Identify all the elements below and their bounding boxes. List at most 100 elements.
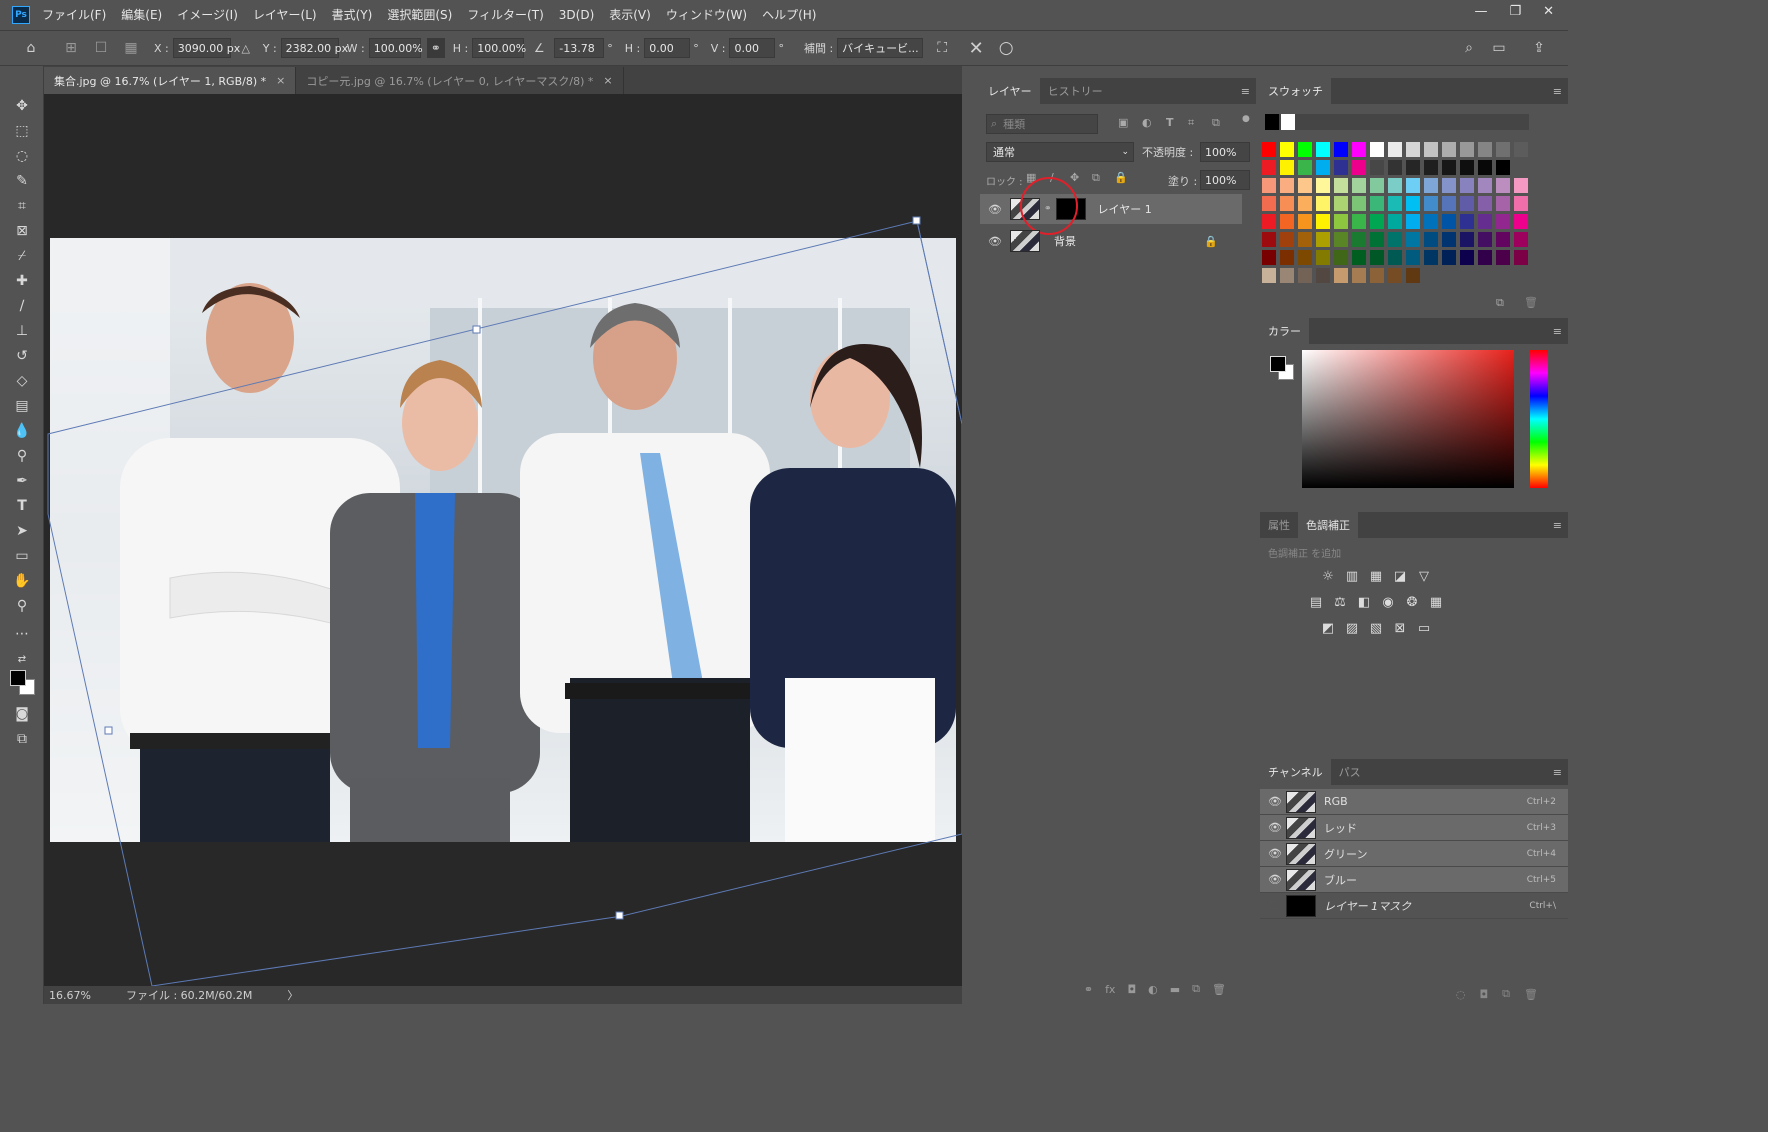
exposure-icon[interactable]: ◪ (1392, 569, 1408, 584)
transform-bounding-box[interactable] (44, 94, 962, 986)
color-swatch[interactable] (1388, 268, 1402, 283)
save-selection-icon[interactable]: ◘ (1479, 988, 1488, 1001)
color-swatch[interactable] (1298, 214, 1312, 229)
frame-tool-icon[interactable]: ⊠ (11, 221, 33, 241)
vibrance-icon[interactable]: ▽ (1416, 569, 1432, 584)
color-swatch[interactable] (1442, 178, 1456, 193)
zoom-level[interactable]: 16.67% (49, 989, 91, 1002)
tab-history[interactable]: ヒストリー (1040, 78, 1111, 104)
color-swatch[interactable] (1442, 160, 1456, 175)
color-swatch[interactable] (1406, 232, 1420, 247)
color-swatch[interactable] (1460, 178, 1474, 193)
home-icon[interactable]: ⌂ (22, 40, 40, 56)
tab-paths[interactable]: パス (1331, 759, 1369, 785)
color-swatch[interactable] (1262, 250, 1276, 265)
color-swatch[interactable] (1478, 178, 1492, 193)
color-swatch[interactable] (1496, 196, 1510, 211)
photo-filter-icon[interactable]: ◉ (1380, 595, 1396, 610)
layer-row-background[interactable]: 👁 背景 🔒 (980, 226, 1242, 256)
status-expand-icon[interactable]: 〉 (287, 987, 298, 1003)
color-swatch[interactable] (1316, 142, 1330, 157)
color-swatch[interactable] (1388, 142, 1402, 157)
add-mask-icon[interactable]: ◘ (1127, 983, 1136, 996)
fill-field[interactable]: 100% (1200, 170, 1250, 190)
color-swatch[interactable] (1460, 142, 1474, 157)
color-swatch[interactable] (1334, 178, 1348, 193)
hue-slider[interactable] (1530, 350, 1548, 488)
stamp-tool-icon[interactable]: ⊥ (11, 321, 33, 341)
color-swatch[interactable] (1280, 196, 1294, 211)
filter-pixel-icon[interactable]: ▣ (1118, 116, 1128, 129)
gradient-map-icon[interactable]: ▭ (1416, 621, 1432, 636)
history-brush-tool-icon[interactable]: ↺ (11, 346, 33, 366)
color-swatch[interactable] (1334, 232, 1348, 247)
dodge-tool-icon[interactable]: ⚲ (11, 446, 33, 466)
color-swatch[interactable] (1496, 178, 1510, 193)
quick-select-tool-icon[interactable]: ✎ (11, 171, 33, 191)
tab-channels[interactable]: チャンネル (1260, 759, 1331, 785)
color-swatch[interactable] (1514, 178, 1528, 193)
color-swatch[interactable] (1280, 142, 1294, 157)
color-swatch[interactable] (1352, 268, 1366, 283)
eraser-tool-icon[interactable]: ◇ (11, 371, 33, 391)
color-lookup-icon[interactable]: ▦ (1428, 595, 1444, 610)
color-swatch[interactable] (1280, 250, 1294, 265)
selective-color-icon[interactable]: ⊠ (1392, 621, 1408, 636)
channel-mixer-icon[interactable]: ❂ (1404, 595, 1420, 610)
color-swatch[interactable] (1334, 214, 1348, 229)
opacity-field[interactable]: 100% (1200, 142, 1250, 162)
interpolation-select[interactable]: バイキュービ... (837, 38, 924, 58)
color-swatch[interactable] (1442, 142, 1456, 157)
eye-icon[interactable]: 👁 (1268, 821, 1282, 834)
blend-mode-select[interactable]: 通常 ⌄ (986, 142, 1134, 162)
color-swatch[interactable] (1298, 178, 1312, 193)
lasso-tool-icon[interactable]: ◌ (11, 146, 33, 166)
color-foreground-swatch[interactable] (1270, 356, 1286, 372)
tab-swatches[interactable]: スウォッチ (1260, 78, 1331, 104)
color-swatch[interactable] (1514, 250, 1528, 265)
color-swatch[interactable] (1352, 160, 1366, 175)
color-swatch[interactable] (1316, 232, 1330, 247)
color-swatch[interactable] (1496, 214, 1510, 229)
color-swatch[interactable] (1460, 232, 1474, 247)
color-swatch[interactable] (1496, 250, 1510, 265)
menu-file[interactable]: ファイル(F) (42, 6, 106, 23)
menu-window[interactable]: ウィンドウ(W) (666, 6, 747, 23)
menu-layer[interactable]: レイヤー(L) (253, 6, 317, 23)
tab-adjustments[interactable]: 色調補正 (1298, 512, 1358, 538)
color-swatch[interactable] (1406, 142, 1420, 157)
screen-mode-icon[interactable]: ⧉ (11, 729, 33, 749)
menu-view[interactable]: 表示(V) (609, 6, 651, 23)
color-swatch[interactable] (1316, 196, 1330, 211)
commit-transform-icon[interactable]: ○ (997, 38, 1015, 58)
color-swatch[interactable] (1280, 160, 1294, 175)
eye-icon[interactable]: 👁 (988, 203, 1002, 216)
color-swatch[interactable] (1280, 214, 1294, 229)
color-swatch[interactable] (1496, 142, 1510, 157)
recent-swatch-white[interactable] (1281, 114, 1295, 130)
menu-help[interactable]: ヘルプ(H) (762, 6, 816, 23)
more-tools-icon[interactable]: ⋯ (11, 624, 33, 644)
doc-tab-copy-source[interactable]: コピー元.jpg @ 16.7% (レイヤー 0, レイヤーマスク/8) * × (296, 67, 624, 94)
color-swatch[interactable] (1262, 142, 1276, 157)
color-swatch[interactable] (1262, 232, 1276, 247)
color-swatch[interactable] (1460, 250, 1474, 265)
color-swatch[interactable] (1460, 160, 1474, 175)
h-skew-field[interactable]: 0.00 (644, 38, 691, 58)
color-swatch[interactable] (1334, 268, 1348, 283)
delete-layer-icon[interactable]: 🗑 (1212, 983, 1226, 996)
color-swatch[interactable] (1478, 214, 1492, 229)
new-channel-icon[interactable]: ⧉ (1502, 987, 1510, 1001)
filter-toggle-icon[interactable]: ● (1242, 114, 1250, 124)
load-selection-icon[interactable]: ◌ (1456, 988, 1466, 1001)
color-swatch[interactable] (1442, 250, 1456, 265)
restore-icon[interactable]: ❐ (1509, 4, 1521, 19)
brush-tool-icon[interactable]: ∕ (11, 296, 33, 316)
color-swatch[interactable] (1406, 178, 1420, 193)
eye-icon[interactable]: 👁 (1268, 873, 1282, 886)
color-swatch[interactable] (1424, 250, 1438, 265)
width-field[interactable]: 100.00% (368, 38, 423, 58)
panel-menu-icon[interactable]: ≡ (1553, 325, 1562, 338)
color-swatch[interactable] (1370, 142, 1384, 157)
hand-tool-icon[interactable]: ✋ (11, 571, 33, 591)
